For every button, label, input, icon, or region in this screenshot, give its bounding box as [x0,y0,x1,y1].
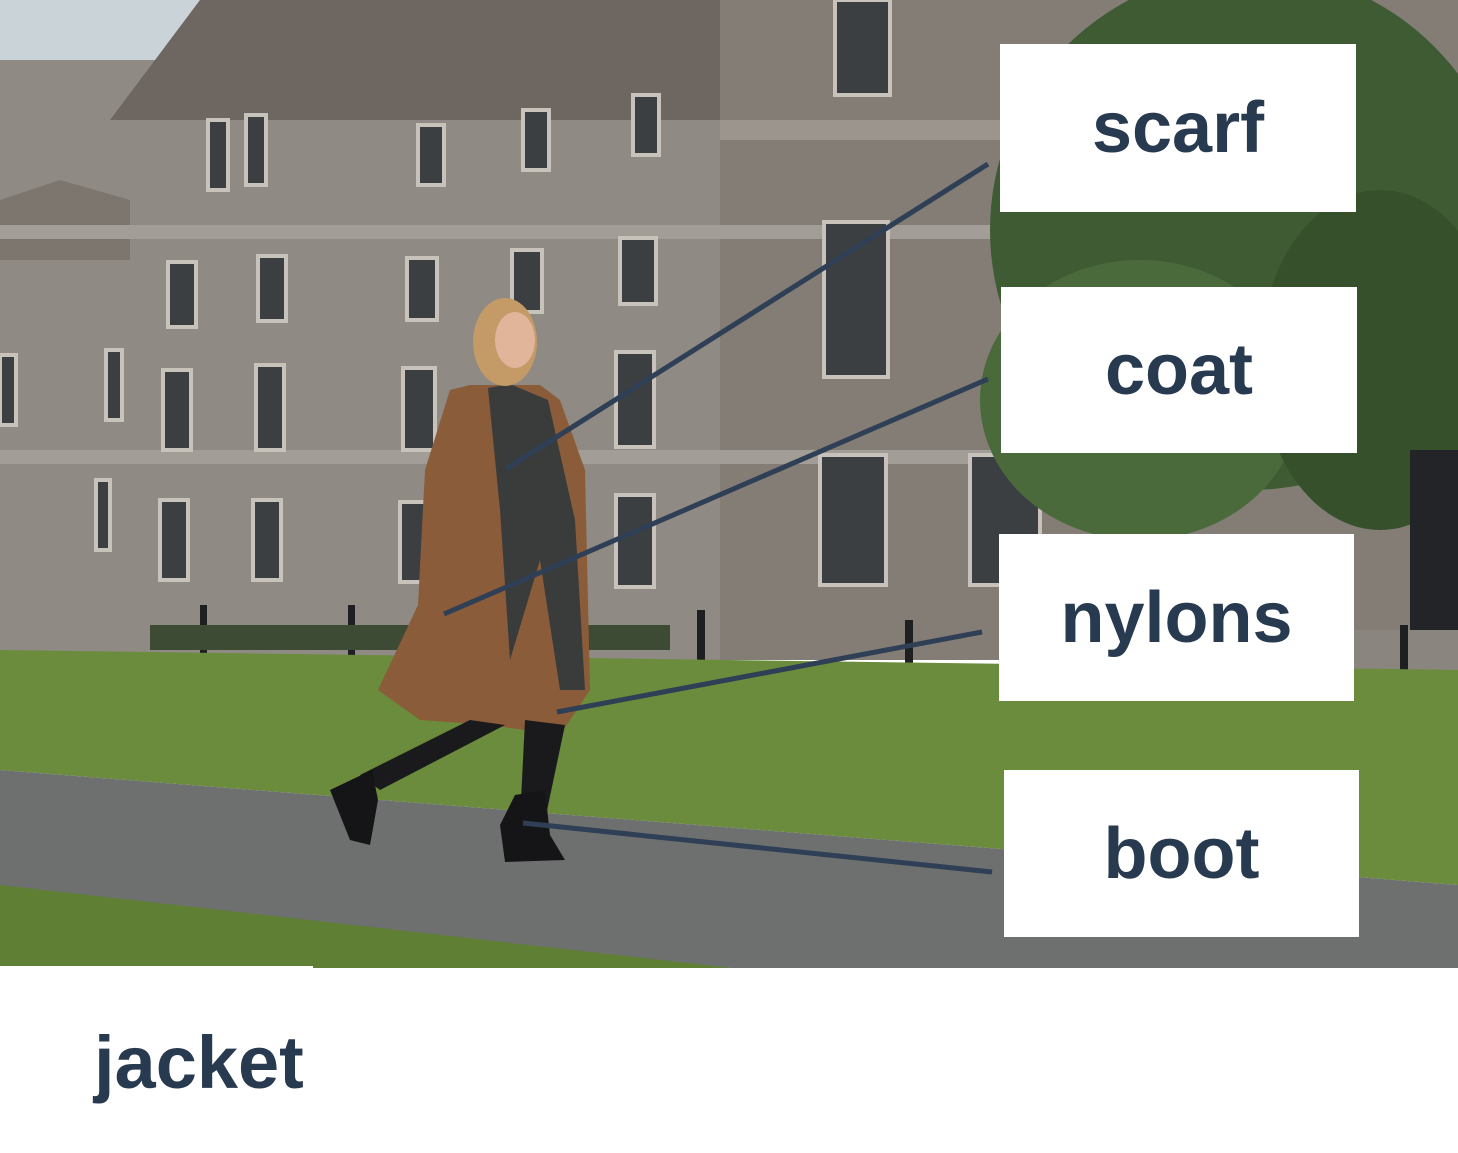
word-bank-item-jacket[interactable]: jacket [94,1020,304,1105]
label-coat[interactable]: coat [1001,287,1357,453]
label-nylons[interactable]: nylons [999,534,1354,701]
label-nylons-text: nylons [1060,577,1293,658]
label-scarf-text: scarf [1091,88,1265,168]
label-boot[interactable]: boot [1004,770,1359,937]
label-scarf[interactable]: scarf [1000,44,1356,212]
word-bank-tab [0,966,313,972]
label-coat-text: coat [1104,330,1254,410]
label-boot-text: boot [1103,813,1260,894]
labeling-canvas: scarf coat nylons boot jacket [0,0,1458,1153]
